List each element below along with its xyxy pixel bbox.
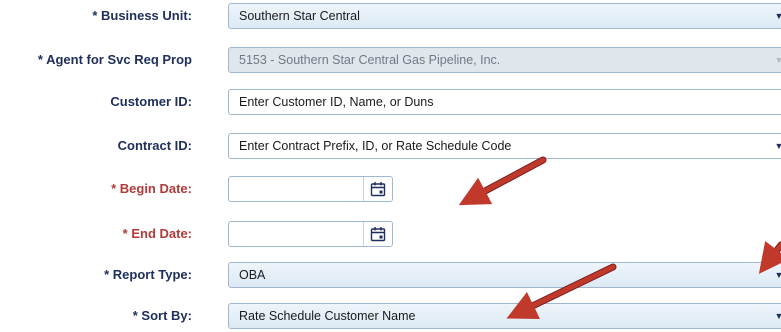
report-type-select[interactable]: OBA ▼ xyxy=(228,262,781,288)
agent-select: 5153 - Southern Star Central Gas Pipelin… xyxy=(228,47,781,73)
begin-date-label: * Begin Date: xyxy=(111,181,192,196)
customer-id-placeholder: Enter Customer ID, Name, or Duns xyxy=(239,95,434,109)
agent-row: * Agent for Svc Req Prop 5153 - Southern… xyxy=(0,44,781,76)
end-date-row: * End Date: xyxy=(0,218,781,250)
calendar-icon[interactable] xyxy=(363,222,392,246)
report-criteria-form: * Business Unit: Southern Star Central ▼… xyxy=(0,0,781,332)
sort-by-label: * Sort By: xyxy=(132,308,192,323)
report-type-label: * Report Type: xyxy=(104,267,192,282)
contract-id-label: Contract ID: xyxy=(117,138,192,153)
begin-date-row: * Begin Date: xyxy=(0,173,781,205)
chevron-down-icon[interactable]: ▼ xyxy=(771,134,781,158)
report-type-value: OBA xyxy=(239,268,266,282)
customer-id-input[interactable]: Enter Customer ID, Name, or Duns xyxy=(228,89,781,115)
contract-id-input[interactable]: Enter Contract Prefix, ID, or Rate Sched… xyxy=(228,133,781,159)
business-unit-select[interactable]: Southern Star Central ▼ xyxy=(228,3,781,29)
contract-id-row: Contract ID: Enter Contract Prefix, ID, … xyxy=(0,130,781,162)
chevron-down-icon: ▼ xyxy=(771,48,781,72)
chevron-down-icon[interactable]: ▼ xyxy=(771,304,781,328)
report-type-row: * Report Type: OBA ▼ xyxy=(0,259,781,291)
business-unit-value: Southern Star Central xyxy=(239,9,360,23)
begin-date-input[interactable] xyxy=(228,176,393,202)
chevron-down-icon[interactable]: ▼ xyxy=(771,263,781,287)
business-unit-row: * Business Unit: Southern Star Central ▼ xyxy=(0,0,781,32)
chevron-down-icon[interactable]: ▼ xyxy=(771,4,781,28)
agent-value: 5153 - Southern Star Central Gas Pipelin… xyxy=(239,53,501,67)
end-date-input[interactable] xyxy=(228,221,393,247)
customer-id-row: Customer ID: Enter Customer ID, Name, or… xyxy=(0,86,781,118)
agent-label: * Agent for Svc Req Prop xyxy=(37,52,192,67)
sort-by-select[interactable]: Rate Schedule Customer Name ▼ xyxy=(228,303,781,329)
end-date-label: * End Date: xyxy=(122,226,192,241)
calendar-icon[interactable] xyxy=(363,177,392,201)
customer-id-label: Customer ID: xyxy=(110,94,192,109)
sort-by-row: * Sort By: Rate Schedule Customer Name ▼ xyxy=(0,300,781,332)
contract-id-placeholder: Enter Contract Prefix, ID, or Rate Sched… xyxy=(239,139,512,153)
business-unit-label: * Business Unit: xyxy=(92,8,192,23)
sort-by-value: Rate Schedule Customer Name xyxy=(239,309,416,323)
